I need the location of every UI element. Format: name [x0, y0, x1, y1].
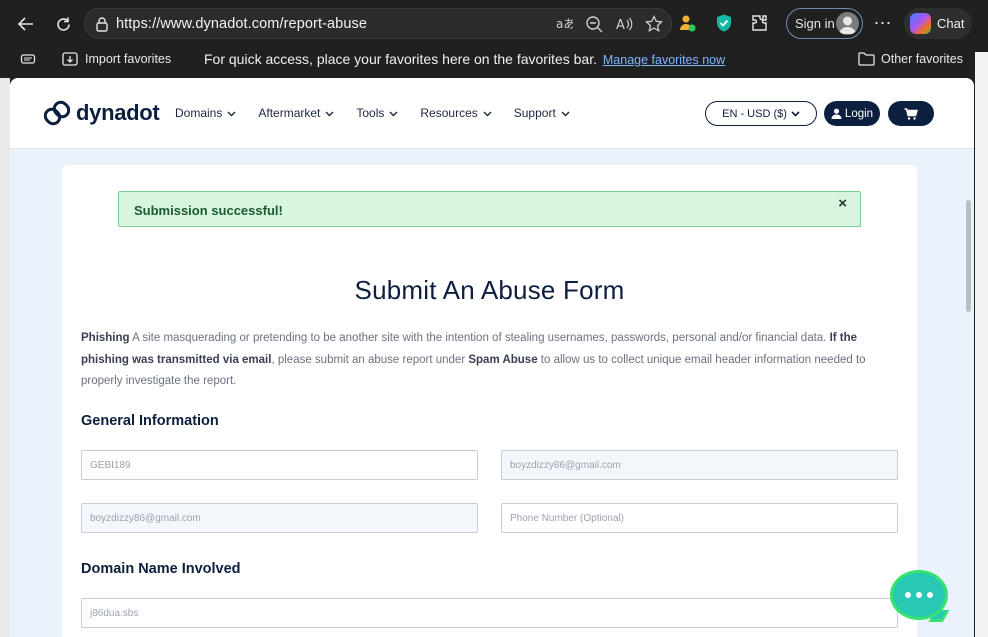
nav-support[interactable]: Support — [514, 106, 570, 120]
nav-resources[interactable]: Resources — [420, 106, 492, 120]
nav-label: Resources — [420, 106, 478, 120]
copilot-icon — [910, 13, 931, 34]
reading-view-icon[interactable] — [20, 51, 36, 67]
domain-value: j86dua.sbs — [90, 607, 139, 619]
nav-label: Domains — [175, 106, 223, 120]
favorites-bar: Import favorites For quick access, place… — [0, 46, 988, 74]
logo-icon — [44, 100, 70, 126]
chevron-down-icon — [791, 111, 800, 117]
alert-message: Submission successful! — [134, 203, 283, 218]
nav-label: Support — [513, 106, 556, 120]
folder-icon — [858, 52, 875, 66]
chevron-down-icon — [483, 111, 492, 116]
email-value: boyzdizzy86@gmail.com — [510, 459, 621, 471]
domain-field[interactable]: j86dua.sbs — [81, 598, 898, 628]
import-icon — [62, 52, 78, 66]
intro-desc2: , please submit an abuse report under — [271, 353, 469, 366]
avatar-icon — [836, 12, 859, 35]
shield-icon[interactable] — [713, 12, 735, 34]
general-info-heading: General Information — [81, 413, 219, 429]
favorites-message: For quick access, place your favorites h… — [204, 51, 725, 67]
sign-in-label: Sign in — [795, 16, 835, 31]
url-text[interactable]: https://www.dynadot.com/report-abuse — [116, 16, 367, 32]
nav-domains[interactable]: Domains — [175, 106, 236, 120]
dot-icon — [927, 592, 933, 598]
cart-icon — [904, 107, 918, 120]
intro-term: Phishing — [81, 332, 130, 344]
zoom-out-icon[interactable] — [584, 14, 603, 33]
extensions-icon[interactable] — [749, 12, 771, 34]
translate-icon[interactable]: aあ — [554, 14, 573, 33]
login-button[interactable]: Login — [824, 101, 880, 126]
cart-button[interactable] — [888, 101, 934, 126]
profile-sync-icon[interactable] — [676, 12, 698, 34]
language-currency-label: EN - USD ($) — [722, 107, 787, 120]
address-bar[interactable]: https://www.dynadot.com/report-abuse aあ … — [84, 8, 672, 39]
page-viewport: dynadot Domains Aftermarket Tools Resour… — [10, 78, 974, 637]
dynadot-logo[interactable]: dynadot — [44, 100, 160, 126]
intro-desc: A site masquerading or pretending to be … — [129, 332, 830, 344]
page-scrollbar[interactable] — [966, 200, 971, 312]
other-favorites-button[interactable]: Other favorites — [858, 51, 963, 66]
email-field[interactable]: boyzdizzy86@gmail.com — [501, 450, 898, 480]
chat-label: Chat — [937, 16, 965, 31]
chevron-down-icon — [389, 111, 398, 116]
close-icon[interactable]: × — [838, 195, 847, 212]
nav-label: Tools — [356, 106, 385, 120]
intro-text: Phishing A site masquerading or pretendi… — [81, 328, 899, 393]
page-title: Submit An Abuse Form — [354, 275, 625, 305]
import-favorites-label: Import favorites — [85, 52, 172, 66]
success-alert: Submission successful! × — [118, 191, 861, 227]
chevron-down-icon — [325, 111, 334, 116]
domain-heading: Domain Name Involved — [81, 561, 241, 577]
other-favorites-label: Other favorites — [881, 51, 963, 66]
name-field[interactable]: GEBI189 — [81, 450, 478, 480]
favorites-message-text: For quick access, place your favorites h… — [204, 51, 597, 67]
main-nav: Domains Aftermarket Tools Resources Supp… — [175, 106, 592, 120]
intro-bold-spam: Spam Abuse — [468, 353, 538, 366]
email-confirm-field[interactable]: boyzdizzy86@gmail.com — [81, 503, 478, 533]
svg-text:A: A — [616, 18, 625, 33]
name-value: GEBI189 — [90, 459, 131, 471]
copilot-chat-button[interactable]: Chat — [904, 8, 972, 39]
nav-aftermarket[interactable]: Aftermarket — [258, 106, 334, 120]
nav-tools[interactable]: Tools — [356, 106, 398, 120]
site-header: dynadot Domains Aftermarket Tools Resour… — [10, 78, 974, 149]
phone-field[interactable]: Phone Number (Optional) — [501, 503, 898, 533]
refresh-icon[interactable] — [49, 10, 77, 38]
dot-icon — [905, 592, 911, 598]
phone-placeholder: Phone Number (Optional) — [510, 512, 624, 524]
read-aloud-icon[interactable]: A — [614, 14, 633, 33]
logo-text: dynadot — [76, 100, 160, 125]
manage-favorites-link[interactable]: Manage favorites now — [603, 53, 725, 67]
back-icon[interactable] — [12, 10, 40, 38]
language-currency-button[interactable]: EN - USD ($) — [705, 101, 817, 126]
nav-label: Aftermarket — [258, 106, 321, 120]
chevron-down-icon — [227, 111, 236, 116]
sign-in-button[interactable]: Sign in — [786, 8, 863, 39]
live-chat-button[interactable] — [890, 570, 948, 620]
background-window-edge — [0, 78, 10, 637]
chevron-down-icon — [561, 111, 570, 116]
abuse-form-card: Submission successful! × Submit An Abuse… — [62, 165, 917, 637]
favorite-star-icon[interactable] — [644, 14, 663, 33]
email-confirm-value: boyzdizzy86@gmail.com — [90, 512, 201, 524]
svg-text:aあ: aあ — [556, 17, 573, 31]
more-menu-icon[interactable]: ⋯ — [872, 10, 894, 36]
login-label: Login — [844, 107, 874, 120]
user-icon — [831, 108, 842, 119]
dot-icon — [916, 592, 922, 598]
browser-toolbar: https://www.dynadot.com/report-abuse aあ … — [0, 0, 988, 78]
import-favorites-button[interactable]: Import favorites — [62, 51, 171, 67]
lock-icon[interactable] — [94, 16, 110, 32]
background-window-edge-right — [975, 52, 988, 637]
